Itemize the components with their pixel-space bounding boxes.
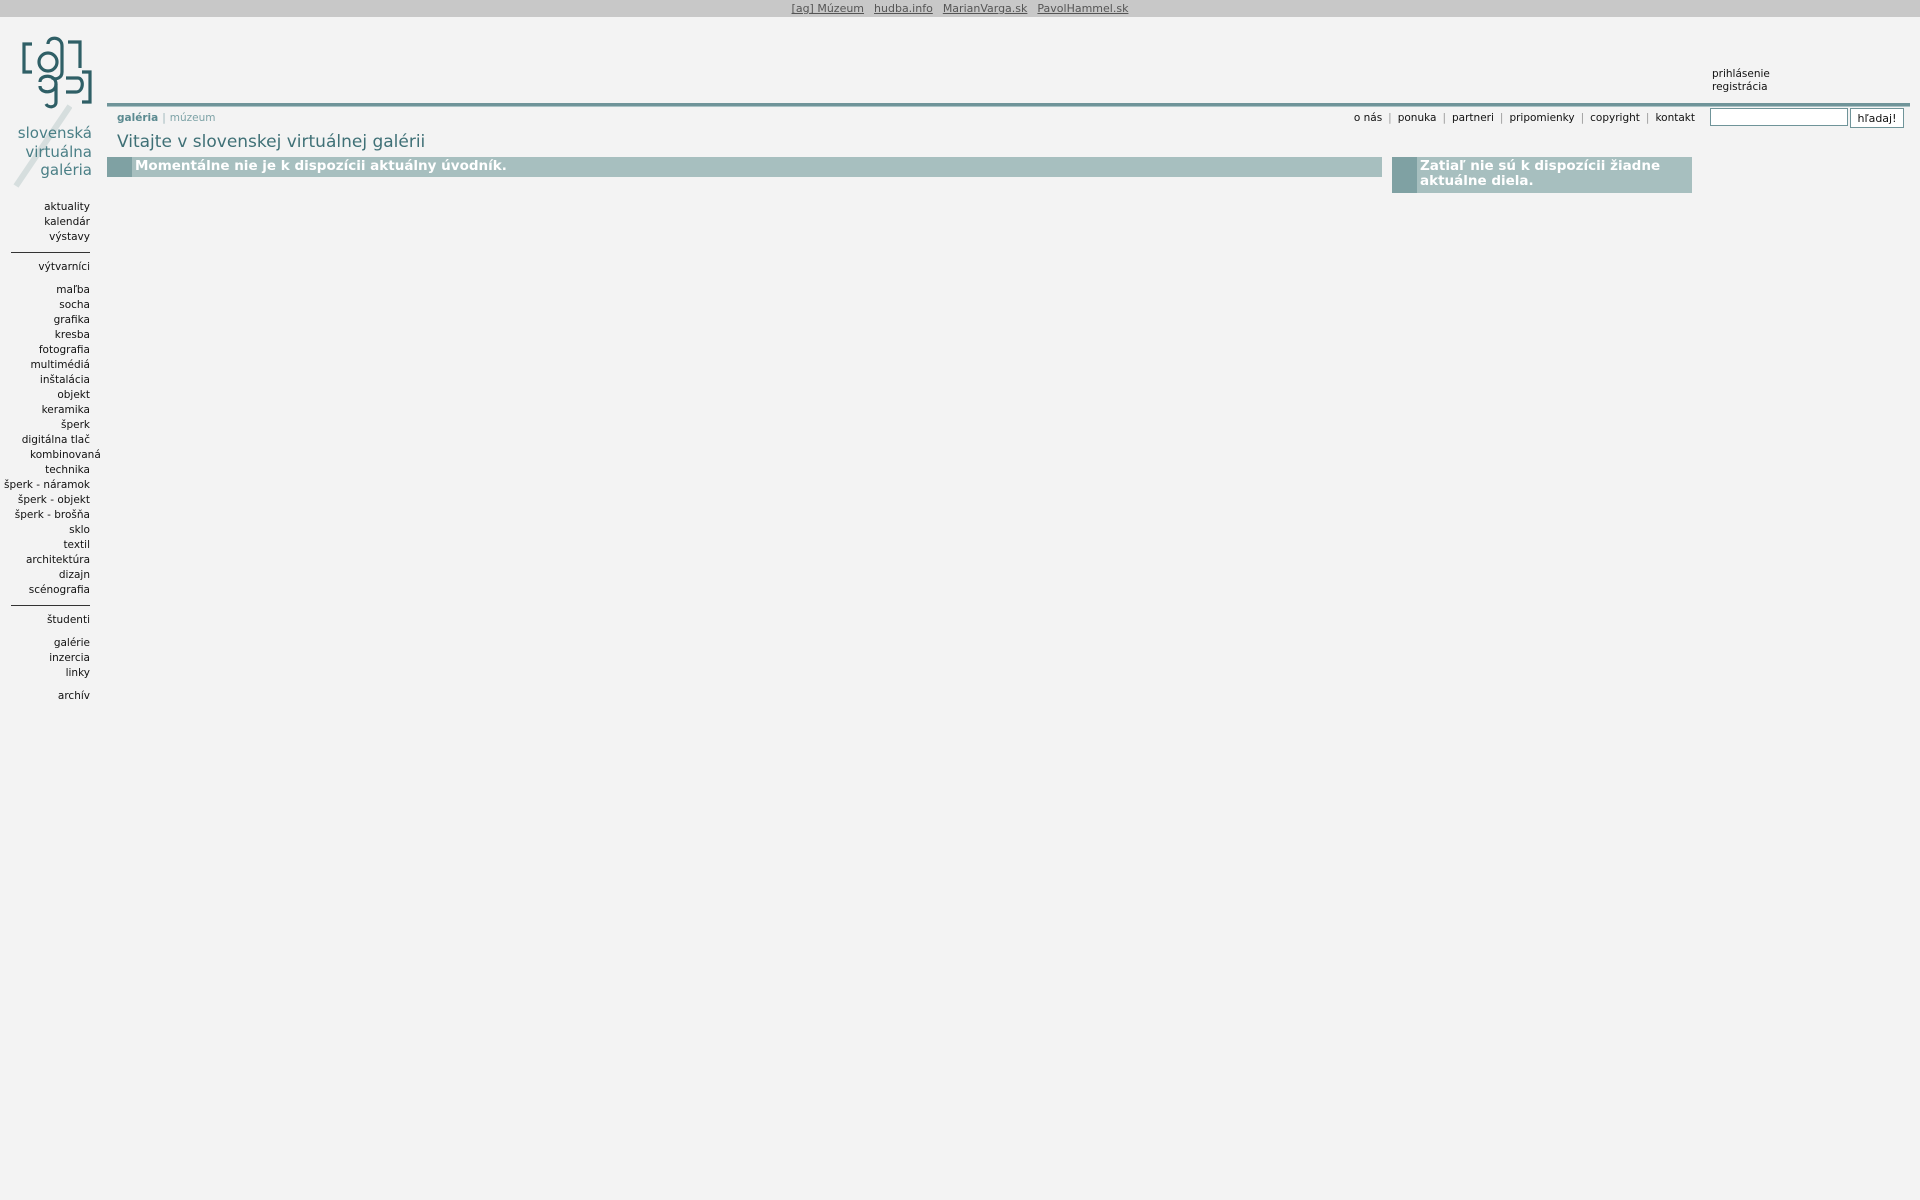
nav-vytvarnici[interactable]: výtvarníci bbox=[0, 260, 90, 275]
top-navigation: o nás | ponuka | partneri | pripomienky | co… bbox=[1353, 112, 1695, 124]
artworks-notice-box: Zatiaľ nie sú k dispozícii žiadne aktuál… bbox=[1392, 157, 1692, 193]
left-navigation: aktuality kalendár výstavy výtvarníci ma… bbox=[0, 200, 101, 704]
nav-category-scenografia[interactable]: scénografia bbox=[0, 583, 90, 598]
page-title: Vitajte v slovenskej virtuálnej galérii bbox=[117, 132, 426, 152]
login-link[interactable]: prihlásenie bbox=[1712, 68, 1770, 81]
editorial-notice-box: Momentálne nie je k dispozícii aktuálny … bbox=[107, 157, 1382, 177]
search-input[interactable] bbox=[1710, 108, 1848, 126]
nav-category-dizajn[interactable]: dizajn bbox=[0, 568, 90, 583]
nav-category-sperk-objekt[interactable]: šperk - objekt bbox=[0, 493, 90, 508]
nav-inzercia[interactable]: inzercia bbox=[0, 651, 90, 666]
top-link-hudba[interactable]: hudba.info bbox=[874, 2, 933, 15]
nav-aktuality[interactable]: aktuality bbox=[0, 200, 90, 215]
nav-category-digitalna-tlac[interactable]: digitálna tlač bbox=[0, 433, 90, 448]
top-link-ag-muzeum[interactable]: [ag] Múzeum bbox=[792, 2, 865, 15]
nav-linky[interactable]: linky bbox=[0, 666, 90, 681]
top-link-pavolhammel[interactable]: PavolHammel.sk bbox=[1037, 2, 1128, 15]
nav-category-sperk-naramok[interactable]: šperk - náramok bbox=[0, 478, 90, 493]
nav-category-sperk-brosna[interactable]: šperk - brošňa bbox=[0, 508, 90, 523]
nav-category-objekt[interactable]: objekt bbox=[0, 388, 90, 403]
nav-category-instalacia[interactable]: inštalácia bbox=[0, 373, 90, 388]
nav-category-sklo[interactable]: sklo bbox=[0, 523, 90, 538]
logo-text: slovenská virtuálna galéria bbox=[18, 124, 92, 180]
ag-logo-icon bbox=[22, 36, 92, 109]
topnav-pripomienky[interactable]: pripomienky bbox=[1509, 112, 1574, 124]
box-stripe bbox=[1392, 157, 1417, 193]
topnav-copyright[interactable]: copyright bbox=[1590, 112, 1640, 124]
nav-divider bbox=[11, 252, 90, 253]
nav-category-multimedia[interactable]: multimédiá bbox=[0, 358, 90, 373]
nav-kalendar[interactable]: kalendár bbox=[0, 215, 90, 230]
nav-category-fotografia[interactable]: fotografia bbox=[0, 343, 90, 358]
nav-studenti[interactable]: študenti bbox=[0, 613, 90, 628]
section-galeria[interactable]: galéria bbox=[117, 112, 158, 124]
nav-category-architektura[interactable]: architektúra bbox=[0, 553, 90, 568]
topnav-partneri[interactable]: partneri bbox=[1452, 112, 1494, 124]
search-form: hľadaj! bbox=[1710, 108, 1904, 128]
topnav-o-nas[interactable]: o nás bbox=[1354, 112, 1382, 124]
top-link-marianvarga[interactable]: MarianVarga.sk bbox=[943, 2, 1028, 15]
section-muzeum[interactable]: múzeum bbox=[170, 112, 216, 124]
logo-line-3: galéria bbox=[40, 161, 92, 179]
topnav-kontakt[interactable]: kontakt bbox=[1655, 112, 1695, 124]
search-button[interactable]: hľadaj! bbox=[1850, 108, 1904, 128]
topnav-ponuka[interactable]: ponuka bbox=[1398, 112, 1437, 124]
nav-category-malba[interactable]: maľba bbox=[0, 283, 90, 298]
nav-archiv[interactable]: archív bbox=[0, 689, 90, 704]
account-links: prihlásenie registrácia bbox=[1712, 68, 1770, 94]
box-stripe bbox=[107, 157, 132, 177]
artworks-notice-text: Zatiaľ nie sú k dispozícii žiadne aktuál… bbox=[1420, 158, 1661, 189]
top-links-bar: [ag] Múzeum hudba.info MarianVarga.sk Pa… bbox=[0, 0, 1920, 17]
logo-line-2: virtuálna bbox=[25, 142, 92, 161]
nav-galerie[interactable]: galérie bbox=[0, 636, 90, 651]
section-switcher: galéria | múzeum bbox=[117, 112, 216, 124]
nav-category-grafika[interactable]: grafika bbox=[0, 313, 90, 328]
nav-divider bbox=[11, 605, 90, 606]
header-divider bbox=[107, 103, 1910, 107]
nav-category-kombinovana-technika[interactable]: kombinovaná technika bbox=[0, 448, 101, 478]
nav-vystavy[interactable]: výstavy bbox=[0, 230, 90, 245]
site-logo[interactable]: slovenská virtuálna galéria bbox=[10, 32, 92, 188]
nav-category-kresba[interactable]: kresba bbox=[0, 328, 90, 343]
register-link[interactable]: registrácia bbox=[1712, 81, 1770, 94]
nav-category-socha[interactable]: socha bbox=[0, 298, 90, 313]
nav-category-sperk[interactable]: šperk bbox=[0, 418, 90, 433]
nav-category-textil[interactable]: textil bbox=[0, 538, 90, 553]
editorial-notice-text: Momentálne nie je k dispozícii aktuálny … bbox=[135, 158, 507, 174]
nav-category-keramika[interactable]: keramika bbox=[0, 403, 90, 418]
logo-line-1: slovenská bbox=[17, 124, 92, 142]
